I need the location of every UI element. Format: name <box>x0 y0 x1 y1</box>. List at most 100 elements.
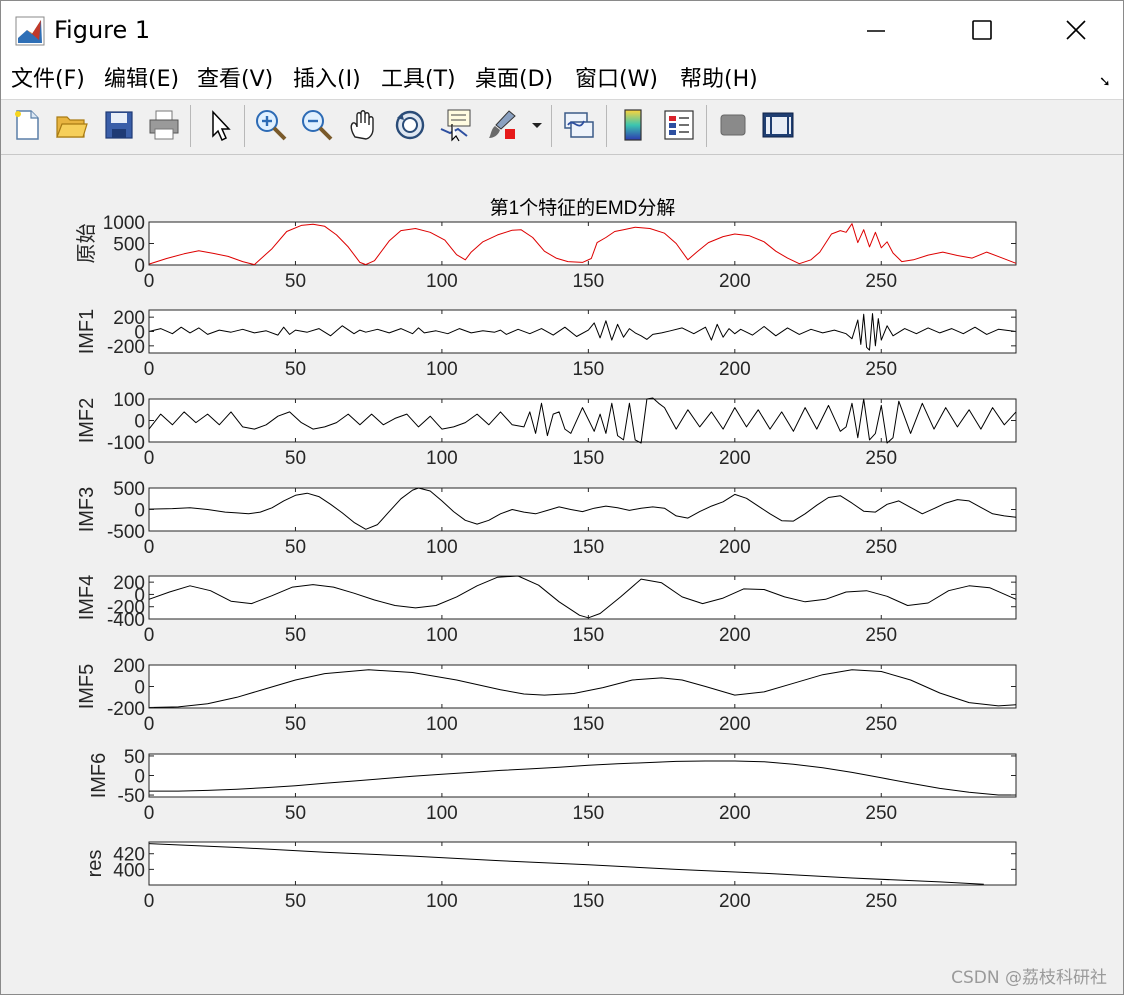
y-axis-label: IMF5 <box>76 664 98 710</box>
plot-area <box>148 841 1017 886</box>
menu-help[interactable]: 帮助(H) <box>680 65 758 95</box>
x-tick-label: 150 <box>573 803 605 824</box>
y-tick-label: 200 <box>113 656 145 677</box>
plot-area <box>148 753 1017 798</box>
new-figure-icon[interactable] <box>9 107 45 143</box>
y-tick-label: 500 <box>113 235 145 256</box>
x-tick-label: 250 <box>865 537 897 558</box>
close-button[interactable] <box>1053 9 1099 53</box>
y-axis-label: IMF3 <box>76 487 98 533</box>
y-axis-label: IMF4 <box>76 575 98 621</box>
open-file-icon[interactable] <box>53 107 89 143</box>
y-axis-label: IMF6 <box>88 753 110 799</box>
x-tick-label: 200 <box>719 625 751 646</box>
y-tick-label: 0 <box>134 678 145 699</box>
save-icon[interactable] <box>101 107 137 143</box>
minimize-button[interactable] <box>853 9 899 53</box>
rotate-3d-icon[interactable] <box>392 107 428 143</box>
x-tick-label: 200 <box>719 714 751 735</box>
toolbar-separator <box>706 105 707 147</box>
data-cursor-icon[interactable] <box>438 107 474 143</box>
plot-area <box>148 487 1017 532</box>
x-tick-label: 150 <box>573 537 605 558</box>
figure-window: Figure 1 文件(F) 编辑(E) 查看(V) 插入(I) 工具(T) 桌… <box>0 0 1124 995</box>
plot-area <box>148 575 1017 620</box>
menu-edit[interactable]: 编辑(E) <box>104 65 179 95</box>
x-tick-label: 200 <box>719 803 751 824</box>
x-tick-label: 100 <box>426 803 458 824</box>
dock-arrow-icon[interactable]: ➘ <box>1099 73 1111 90</box>
y-axis-label: 原始 <box>75 224 98 264</box>
y-tick-label: 0 <box>134 412 145 433</box>
x-tick-label: 250 <box>865 448 897 469</box>
y-tick-label: -100 <box>107 433 145 454</box>
menu-file[interactable]: 文件(F) <box>11 65 85 95</box>
x-tick-label: 0 <box>144 359 155 380</box>
figure-canvas: 0 50 100 150 200 25010005000原始第1个特征的EMD分解0 50 1… <box>75 197 1017 912</box>
x-tick-label: 250 <box>865 359 897 380</box>
x-tick-label: 0 <box>144 625 155 646</box>
toolbar-separator <box>244 105 245 147</box>
title-bar: Figure 1 <box>1 1 1123 61</box>
x-tick-label: 50 <box>285 537 306 558</box>
show-plot-tools-icon[interactable] <box>760 107 796 143</box>
print-icon[interactable] <box>146 107 182 143</box>
x-tick-label: 200 <box>719 448 751 469</box>
window-title: Figure 1 <box>54 16 151 44</box>
y-tick-label: -50 <box>118 786 145 807</box>
y-tick-label: -200 <box>107 699 145 720</box>
x-tick-label: 0 <box>144 803 155 824</box>
x-tick-label: 0 <box>144 714 155 735</box>
zoom-in-icon[interactable] <box>253 107 289 143</box>
pan-hand-icon[interactable] <box>345 107 381 143</box>
maximize-button[interactable] <box>959 9 1005 53</box>
x-tick-label: 0 <box>144 271 155 292</box>
subplot-8: 0 50 100 150 200 250420400res <box>84 841 1017 912</box>
subplot-2: 0 50 100 150 200 2502000-200IMF1 <box>76 308 1017 380</box>
x-tick-label: 0 <box>144 891 155 912</box>
x-tick-label: 150 <box>573 714 605 735</box>
legend-icon[interactable] <box>661 107 697 143</box>
menu-tools[interactable]: 工具(T) <box>381 65 456 95</box>
y-tick-label: 1000 <box>103 213 145 234</box>
x-tick-label: 250 <box>865 891 897 912</box>
y-tick-label: -200 <box>107 337 145 358</box>
brush-dropdown-icon[interactable] <box>529 107 545 143</box>
menu-desktop[interactable]: 桌面(D) <box>475 65 553 95</box>
subplot-6: 0 50 100 150 200 2502000-200IMF5 <box>76 656 1017 735</box>
subplot-7: 0 50 100 150 200 250500-50IMF6 <box>88 747 1017 824</box>
y-axis-label: res <box>84 850 106 878</box>
zoom-out-icon[interactable] <box>299 107 335 143</box>
x-tick-label: 0 <box>144 448 155 469</box>
x-tick-label: 50 <box>285 448 306 469</box>
y-axis-label: IMF2 <box>76 398 98 444</box>
menu-window[interactable]: 窗口(W) <box>575 65 658 95</box>
hide-plot-tools-icon[interactable] <box>715 107 751 143</box>
x-tick-label: 250 <box>865 714 897 735</box>
x-tick-label: 50 <box>285 359 306 380</box>
x-tick-label: 200 <box>719 537 751 558</box>
x-tick-label: 150 <box>573 359 605 380</box>
toolbar-separator <box>190 105 191 147</box>
brush-icon[interactable] <box>485 107 521 143</box>
menu-view[interactable]: 查看(V) <box>197 65 273 95</box>
matlab-logo-icon <box>15 16 45 46</box>
x-tick-label: 150 <box>573 448 605 469</box>
subplot-5: 0 50 100 150 200 2502000-200-400IMF4 <box>76 573 1017 646</box>
colorbar-icon[interactable] <box>615 107 651 143</box>
subplot-1: 0 50 100 150 200 25010005000原始第1个特征的EMD分解 <box>75 197 1017 292</box>
x-tick-label: 200 <box>719 891 751 912</box>
menu-insert[interactable]: 插入(I) <box>293 65 361 95</box>
link-plot-icon[interactable] <box>561 107 597 143</box>
x-tick-label: 100 <box>426 271 458 292</box>
x-tick-label: 100 <box>426 537 458 558</box>
x-tick-label: 50 <box>285 803 306 824</box>
y-tick-label: 0 <box>134 767 145 788</box>
x-tick-label: 50 <box>285 625 306 646</box>
x-tick-label: 150 <box>573 271 605 292</box>
x-tick-label: 250 <box>865 271 897 292</box>
plot-area <box>148 309 1017 354</box>
pointer-icon[interactable] <box>201 107 237 143</box>
watermark: CSDN @荔枝科研社 <box>951 968 1107 988</box>
y-tick-label: 0 <box>134 256 145 277</box>
